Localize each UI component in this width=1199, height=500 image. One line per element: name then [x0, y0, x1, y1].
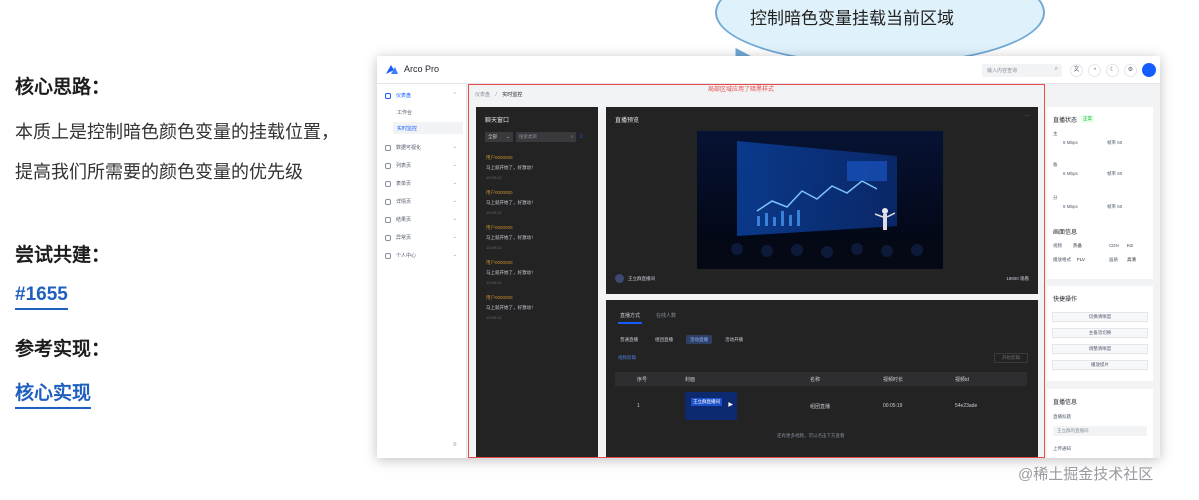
language-icon[interactable]: 文	[1070, 64, 1083, 77]
chevron-up-icon: ⌃	[452, 92, 457, 98]
sidebar-item-visualization[interactable]: 数据可视化 ⌄	[385, 144, 463, 154]
app-screenshot: Arco Pro 输入内容查询 ⌕ 文 ◔ ☾ ⚙ 仪表盘 ⌃ 工作台 实时监控 …	[377, 56, 1160, 458]
chevron-down-icon: ⌄	[452, 144, 457, 150]
stream-row-label: 分	[1053, 195, 1058, 200]
stream-row-rate: 6 Mbps	[1063, 171, 1078, 176]
dashboard-icon	[385, 92, 391, 99]
upload-notice-label: 上传通知	[1053, 446, 1071, 451]
sidebar-item-result[interactable]: 结果页 ⌄	[385, 216, 463, 226]
sidebar-sub-monitor[interactable]: 实时监控	[393, 122, 463, 134]
switch-clarity-button[interactable]: 切换清晰度	[1052, 312, 1148, 322]
live-title-label: 直播标题	[1053, 414, 1071, 419]
sidebar-sub-workplace[interactable]: 工作台	[397, 109, 412, 116]
switch-stream-button[interactable]: 主备流切换	[1052, 328, 1148, 338]
brand-name: Arco Pro	[404, 64, 440, 74]
sidebar: 仪表盘 ⌃ 工作台 实时监控 数据可视化 ⌄ 列表页 ⌄ 表单页 ⌄ 详情页 ⌄ 结果页 ⌄…	[377, 84, 467, 458]
avatar[interactable]	[1142, 63, 1156, 77]
sidebar-item-list[interactable]: 列表页 ⌄	[385, 162, 463, 172]
top-search-placeholder: 输入内容查询	[987, 68, 1018, 74]
core-line-2: 提高我们所需要的颜色变量的优先级	[15, 162, 303, 182]
picture-key: 播放格式	[1053, 257, 1071, 262]
chevron-down-icon: ⌄	[452, 180, 457, 186]
quick-actions-title: 快捷操作	[1053, 297, 1078, 303]
live-status-title: 直播状态	[1053, 118, 1078, 124]
sidebar-item-form[interactable]: 表单页 ⌄	[385, 180, 463, 190]
sidebar-item-label: 结果页	[396, 217, 412, 223]
live-info-title: 直播信息	[1053, 400, 1078, 406]
picture-key: 视频	[1053, 243, 1062, 248]
adjust-clarity-button[interactable]: 调整清晰度	[1052, 344, 1148, 354]
collapse-sidebar-icon[interactable]: ≡	[453, 442, 457, 448]
sidebar-item-label: 列表页	[396, 163, 412, 169]
status-badge: 正常	[1081, 115, 1094, 123]
sidebar-item-dashboard[interactable]: 仪表盘 ⌃	[385, 92, 463, 102]
settings-icon[interactable]: ⚙	[1124, 64, 1137, 77]
sidebar-item-detail[interactable]: 详情页 ⌄	[385, 198, 463, 208]
sidebar-item-label: 个人中心	[396, 253, 417, 259]
arco-logo-icon	[386, 65, 398, 74]
ref-link[interactable]: 核心实现	[15, 378, 92, 409]
list-icon	[385, 162, 391, 169]
chevron-down-icon: ⌄	[452, 216, 457, 222]
notification-icon[interactable]: ◔	[1088, 64, 1101, 77]
picture-info-title: 画面信息	[1053, 230, 1078, 236]
warning-icon	[385, 234, 391, 241]
picture-value: 高清	[1127, 257, 1136, 262]
sidebar-item-exception[interactable]: 异常页 ⌄	[385, 234, 463, 244]
watermark: @稀土掘金技术社区	[1018, 466, 1154, 483]
picture-key: CDN	[1109, 243, 1119, 248]
form-icon	[385, 180, 391, 187]
sidebar-item-label: 异常页	[396, 235, 412, 241]
dark-region-outline	[468, 84, 1045, 458]
sidebar-item-label: 表单页	[396, 181, 412, 187]
sidebar-item-user[interactable]: 个人中心 ⌄	[385, 252, 463, 262]
stream-row-rate: 6 Mbps	[1063, 204, 1078, 209]
stream-row-label: 主	[1053, 131, 1058, 136]
stream-row-rate: 6 Mbps	[1063, 140, 1078, 145]
sidebar-item-label: 详情页	[396, 199, 412, 205]
live-info-card: 直播信息 直播标题 王立群的直播间 上传通知	[1047, 389, 1153, 458]
play-clip-button[interactable]: 播放提片	[1052, 360, 1148, 370]
result-icon	[385, 216, 391, 223]
chart-icon	[385, 144, 391, 151]
top-bar: Arco Pro 输入内容查询 ⌕ 文 ◔ ☾ ⚙	[377, 56, 1160, 84]
stream-row-frame: 帧率 60	[1107, 204, 1123, 209]
picture-value: 热备	[1073, 243, 1082, 248]
chevron-down-icon: ⌄	[452, 234, 457, 240]
sidebar-item-label: 仪表盘	[396, 93, 412, 99]
ref-heading: 参考实现：	[15, 339, 111, 360]
speech-bubble-text: 控制暗色变量挂载当前区域	[750, 9, 954, 28]
core-line-1: 本质上是控制暗色颜色变量的挂载位置，	[15, 122, 339, 142]
sidebar-item-label: 数据可视化	[396, 145, 422, 151]
detail-icon	[385, 198, 391, 205]
picture-key: 画质	[1109, 257, 1118, 262]
top-search-input[interactable]: 输入内容查询 ⌕	[982, 64, 1062, 77]
try-heading: 尝试共建：	[15, 245, 111, 266]
core-heading: 核心思路：	[15, 77, 111, 98]
live-status-card: 直播状态 正常 主 6 Mbps 帧率 60 备 6 Mbps 帧率 60 分 …	[1047, 107, 1153, 279]
user-icon	[385, 252, 391, 259]
stream-row-frame: 帧率 60	[1107, 171, 1123, 176]
picture-value: FLV	[1077, 257, 1085, 262]
chevron-down-icon: ⌄	[452, 198, 457, 204]
slide: 控制暗色变量挂载当前区域 核心思路： 本质上是控制暗色颜色变量的挂载位置， 提高…	[0, 0, 1199, 500]
search-icon: ⌕	[1054, 66, 1058, 72]
chevron-down-icon: ⌄	[452, 162, 457, 168]
chevron-down-icon: ⌄	[452, 252, 457, 258]
theme-moon-icon[interactable]: ☾	[1106, 64, 1119, 77]
dark-region-label: 局部区域应用了暗黑样式	[708, 87, 775, 93]
issue-link[interactable]: #1655	[15, 284, 68, 310]
stream-row-frame: 帧率 60	[1107, 140, 1123, 145]
stream-row-label: 备	[1053, 162, 1058, 167]
picture-value: KS	[1127, 243, 1134, 248]
live-title-input[interactable]: 王立群的直播间	[1053, 426, 1147, 436]
